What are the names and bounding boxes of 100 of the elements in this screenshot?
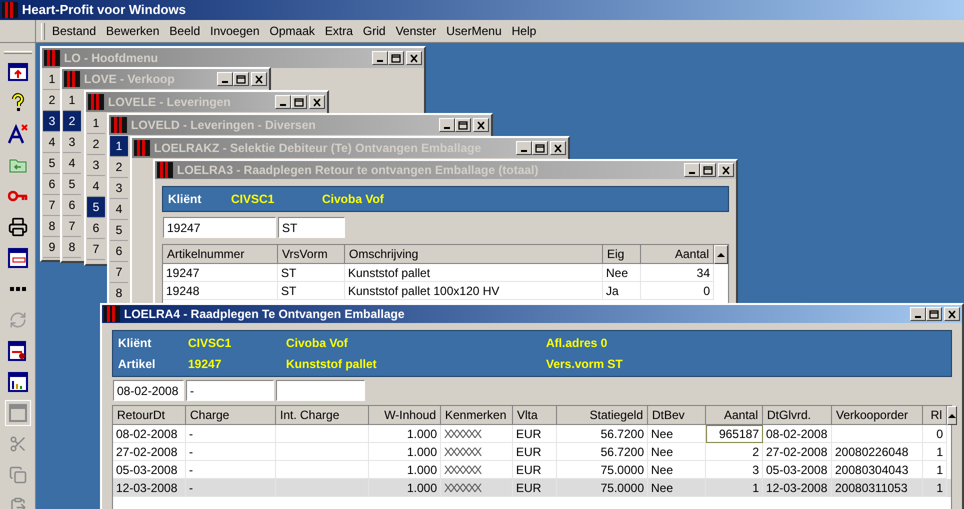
menu-number[interactable]: 5 [63,174,81,195]
menu-item[interactable]: Invoegen [205,22,265,40]
close-button[interactable] [406,51,422,65]
column-header[interactable]: Int. Charge [276,406,369,425]
menu-number[interactable]: 1 [110,136,128,157]
menu-number[interactable]: 3 [63,132,81,153]
close-button[interactable] [944,307,960,321]
maximize-button[interactable] [233,72,249,86]
table-cell: 12-03-2008 [763,479,832,497]
menu-number[interactable]: 4 [110,199,128,220]
column-header[interactable]: Aantal [641,245,714,264]
info-label: Kliënt [118,335,152,352]
menu-number[interactable]: 2 [87,134,105,155]
column-header[interactable]: Artikelnummer [163,245,278,264]
scroll-up-button[interactable] [947,406,957,425]
column-header[interactable]: Verkooporder [832,406,923,425]
menu-item[interactable]: Venster [390,22,442,40]
table-cell: 19248 [163,282,278,300]
menu-item[interactable]: UserMenu [441,22,507,40]
minimize-button[interactable] [275,95,291,109]
app-logo-icon [134,140,150,156]
menu-item[interactable]: Bewerken [101,22,164,40]
menu-item[interactable]: Grid [358,22,391,40]
column-header[interactable]: Vlta [513,406,557,425]
table-cell: 20080311053 [832,479,923,497]
column-header[interactable]: Kenmerken [441,406,513,425]
column-header[interactable]: Rl [923,406,947,425]
minimize-button[interactable] [439,118,455,132]
column-header[interactable]: Statiegeld [557,406,648,425]
column-header[interactable]: RetourDt [113,406,186,425]
column-header[interactable]: VrsVorm [278,245,345,264]
maximize-button[interactable] [388,51,404,65]
maximize-button[interactable] [291,95,307,109]
table-cell: XXXXXX [441,479,513,497]
menu-number[interactable]: 6 [87,218,105,239]
close-button[interactable] [473,118,489,132]
column-header[interactable]: Eig [603,245,641,264]
input-field[interactable]: - [186,380,274,401]
input-field[interactable] [276,380,365,401]
table-cell: 0 [641,282,714,300]
minimize-button[interactable] [684,163,700,177]
menu-number[interactable]: 2 [63,111,81,132]
grid-row[interactable]: 12-03-2008 - 1.000 XXXXXX EUR 75.0000 Nee 1 12-03-2008 20080311053 1 [113,479,951,497]
info-value: Vers.vorm ST [546,356,624,373]
maximize-button[interactable] [455,118,471,132]
column-header[interactable]: DtGlvrd. [763,406,832,425]
column-header[interactable]: Aantal [706,406,763,425]
scroll-up-button[interactable] [714,245,728,264]
column-header[interactable]: W-Inhoud [369,406,441,425]
menu-number[interactable]: 7 [110,262,128,283]
menu-item[interactable]: Bestand [47,22,102,40]
menu-number[interactable]: 3 [43,111,61,132]
table-cell: EUR [513,479,557,497]
menu-number[interactable]: 6 [110,241,128,262]
close-button[interactable] [309,95,325,109]
menu-item[interactable]: Beeld [164,22,206,40]
menu-item[interactable]: Extra [320,22,358,40]
menu-number[interactable]: 1 [87,113,105,134]
close-icon [409,54,419,62]
maximize-button[interactable] [532,141,548,155]
info-value: Civoba Vof [286,335,349,352]
menu-number[interactable]: 4 [63,153,81,174]
maximize-icon [236,74,246,84]
menu-number[interactable]: 5 [110,220,128,241]
menu-number[interactable]: 5 [87,197,105,218]
maximize-icon [535,144,545,152]
window-icon[interactable] [4,400,30,426]
table-cell: 12-03-2008 [113,479,186,497]
menu-item[interactable]: Opmaak [264,22,320,40]
menu-number[interactable]: 8 [63,237,81,258]
maximize-button[interactable] [926,307,942,321]
menu-number[interactable]: 7 [63,216,81,237]
app-logo-icon [2,2,18,18]
input-field[interactable]: 08-02-2008 [113,380,184,401]
input-field[interactable]: 19247 [163,217,276,238]
close-button[interactable] [550,141,566,155]
close-button[interactable] [718,163,734,177]
minimize-button[interactable] [516,141,532,155]
menu-number[interactable]: 2 [110,157,128,178]
table-cell: - [186,479,276,497]
input-field[interactable]: ST [278,217,345,238]
menu-number[interactable]: 6 [63,195,81,216]
minimize-button[interactable] [372,51,388,65]
column-header[interactable]: Omschrijving [345,245,603,264]
window-title: LOVE - Verkoop [84,71,176,88]
column-header[interactable]: DtBev [648,406,706,425]
app-logo-icon [44,50,60,66]
minimize-button[interactable] [217,72,233,86]
menu-number[interactable]: 3 [87,155,105,176]
window-title: LO - Hoofdmenu [64,50,159,67]
close-button[interactable] [251,72,267,86]
column-header[interactable]: Charge [186,406,276,425]
maximize-button[interactable] [700,163,716,177]
minimize-button[interactable] [910,307,926,321]
minimize-icon [521,150,527,152]
menu-item[interactable]: Help [506,22,542,40]
menu-number[interactable]: 7 [87,239,105,260]
menu-number[interactable]: 3 [110,178,128,199]
info-value: Kunststof pallet [286,356,378,373]
table-cell: 1.000 [369,479,441,497]
